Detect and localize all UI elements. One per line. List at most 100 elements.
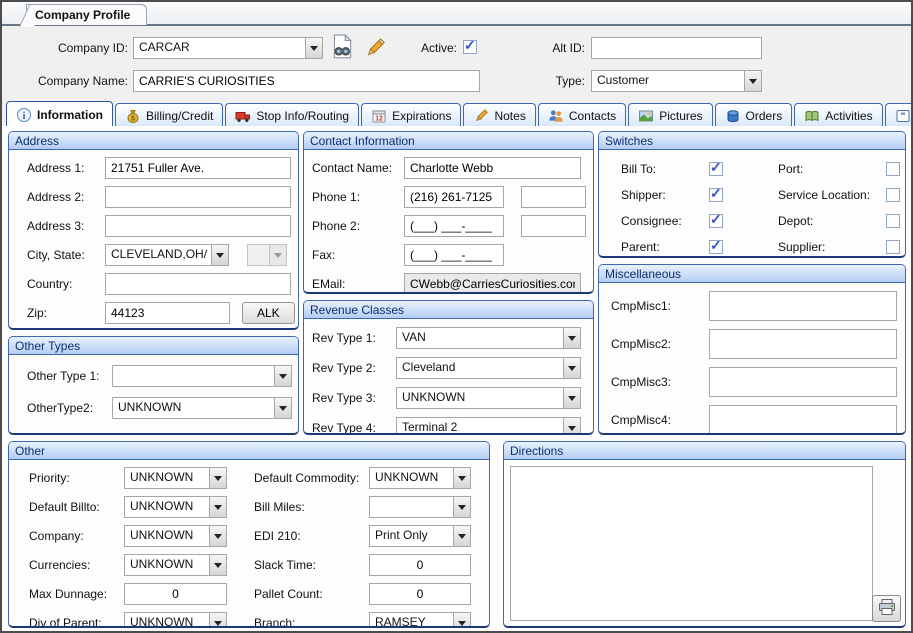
active-checkbox[interactable] — [463, 40, 477, 54]
address2-input[interactable] — [105, 186, 291, 208]
city-state-combo[interactable]: CLEVELAND,OH/ — [105, 244, 229, 266]
tab-stop-info-routing[interactable]: Stop Info/Routing — [225, 103, 359, 127]
tab-notes[interactable]: Notes — [463, 103, 535, 127]
dropdown-arrow-icon[interactable] — [209, 613, 226, 628]
tab-activities[interactable]: Activities — [794, 103, 882, 127]
bill-to-checkbox[interactable] — [709, 162, 723, 176]
default-billto-combo[interactable]: UNKNOWN — [124, 496, 227, 518]
dropdown-arrow-icon[interactable] — [209, 468, 226, 488]
tab-contacts[interactable]: Contacts — [538, 103, 626, 127]
switches-panel: Switches Bill To: Port: Shipper: Service… — [598, 131, 906, 258]
dropdown-arrow-icon[interactable] — [211, 245, 228, 265]
dropdown-arrow-icon[interactable] — [563, 388, 580, 408]
lookup-document-binoculars-icon[interactable] — [330, 34, 354, 63]
slack-time-label: Slack Time: — [254, 558, 369, 572]
svg-text:i: i — [23, 111, 26, 122]
title-tab-strip: Company Profile — [2, 2, 911, 26]
port-checkbox[interactable] — [886, 162, 900, 176]
bill-miles-combo[interactable] — [369, 496, 471, 518]
dropdown-arrow-icon[interactable] — [453, 468, 470, 488]
dropdown-arrow-icon[interactable] — [209, 555, 226, 575]
rev-type3-combo[interactable]: UNKNOWN — [396, 387, 581, 409]
other-type1-combo[interactable] — [112, 365, 292, 387]
tab-pictures[interactable]: Pictures — [628, 103, 712, 127]
other-panel-title: Other — [9, 442, 489, 460]
company-profile-tab[interactable]: Company Profile — [26, 4, 147, 25]
tab-information[interactable]: i Information — [6, 101, 113, 127]
pallet-count-input[interactable] — [369, 583, 471, 605]
phone2-label: Phone 2: — [312, 219, 404, 233]
fax-input[interactable] — [404, 244, 504, 266]
tab-expirations[interactable]: 12 Expirations — [361, 103, 461, 127]
edit-pencil-icon[interactable] — [363, 36, 387, 63]
other-type1-value — [113, 366, 274, 386]
phone1-input[interactable] — [404, 186, 504, 208]
dropdown-arrow-icon[interactable] — [453, 613, 470, 628]
cmpmisc4-input[interactable] — [709, 405, 897, 435]
other-type2-combo[interactable]: UNKNOWN — [112, 397, 292, 419]
consignee-checkbox[interactable] — [709, 214, 723, 228]
cmpmisc3-input[interactable] — [709, 367, 897, 397]
cmpmisc1-input[interactable] — [709, 291, 897, 321]
tab-label: Orders — [746, 109, 783, 123]
company-id-combo[interactable]: CARCAR — [133, 37, 323, 59]
parent-checkbox[interactable] — [709, 240, 723, 254]
dropdown-arrow-icon[interactable] — [274, 366, 291, 386]
phone1-ext-input[interactable] — [521, 186, 586, 208]
supplier-checkbox[interactable] — [886, 240, 900, 254]
book-icon — [804, 108, 820, 124]
dropdown-arrow-icon[interactable] — [305, 38, 322, 58]
contact-name-input[interactable] — [404, 157, 581, 179]
tab-billing-credit[interactable]: $ Billing/Credit — [115, 103, 223, 127]
address1-input[interactable] — [105, 157, 291, 179]
country-input[interactable] — [105, 273, 291, 295]
address3-input[interactable] — [105, 215, 291, 237]
rev-type2-combo[interactable]: Cleveland — [396, 357, 581, 379]
directions-panel: Directions — [503, 441, 906, 628]
dropdown-arrow-icon[interactable] — [209, 526, 226, 546]
slack-time-input[interactable] — [369, 554, 471, 576]
alk-button[interactable]: ALK — [242, 302, 295, 324]
priority-combo[interactable]: UNKNOWN — [124, 467, 227, 489]
tab-quotes[interactable]: " Quotes — [885, 103, 913, 127]
branch-combo[interactable]: RAMSEY — [369, 612, 471, 628]
tab-orders[interactable]: Orders — [715, 103, 793, 127]
rev-type3-label: Rev Type 3: — [312, 391, 396, 405]
dropdown-arrow-icon[interactable] — [563, 418, 580, 435]
currencies-combo[interactable]: UNKNOWN — [124, 554, 227, 576]
zip-input[interactable] — [105, 302, 230, 324]
shipper-checkbox[interactable] — [709, 188, 723, 202]
dropdown-arrow-icon[interactable] — [563, 358, 580, 378]
switches-panel-title: Switches — [599, 132, 905, 150]
money-bag-icon: $ — [125, 108, 141, 124]
dropdown-arrow-icon[interactable] — [209, 497, 226, 517]
dropdown-arrow-icon[interactable] — [563, 328, 580, 348]
dropdown-arrow-icon[interactable] — [274, 398, 291, 418]
max-dunnage-input[interactable] — [124, 583, 227, 605]
company-name-input[interactable] — [133, 70, 480, 92]
contact-name-label: Contact Name: — [312, 161, 404, 175]
div-of-parent-combo[interactable]: UNKNOWN — [124, 612, 227, 628]
rev-type3-value: UNKNOWN — [397, 388, 563, 408]
rev-type4-combo[interactable]: Terminal 2 — [396, 417, 581, 435]
priority-value: UNKNOWN — [125, 468, 209, 488]
phone2-input[interactable] — [404, 215, 504, 237]
phone2-ext-input[interactable] — [521, 215, 586, 237]
rev-type1-combo[interactable]: VAN — [396, 327, 581, 349]
service-location-checkbox[interactable] — [886, 188, 900, 202]
type-combo[interactable]: Customer — [591, 70, 762, 92]
depot-checkbox[interactable] — [886, 214, 900, 228]
directions-textarea[interactable] — [510, 466, 873, 621]
print-button[interactable] — [872, 595, 901, 622]
alt-id-input[interactable] — [591, 37, 762, 59]
dropdown-arrow-icon[interactable] — [453, 526, 470, 546]
company-id-value: CARCAR — [134, 38, 305, 58]
cmpmisc2-input[interactable] — [709, 329, 897, 359]
dropdown-arrow-icon[interactable] — [744, 71, 761, 91]
rev-type1-label: Rev Type 1: — [312, 331, 396, 345]
dropdown-arrow-icon[interactable] — [453, 497, 470, 517]
email-input[interactable] — [404, 273, 581, 294]
default-commodity-combo[interactable]: UNKNOWN — [369, 467, 471, 489]
edi210-combo[interactable]: Print Only — [369, 525, 471, 547]
company-combo[interactable]: UNKNOWN — [124, 525, 227, 547]
